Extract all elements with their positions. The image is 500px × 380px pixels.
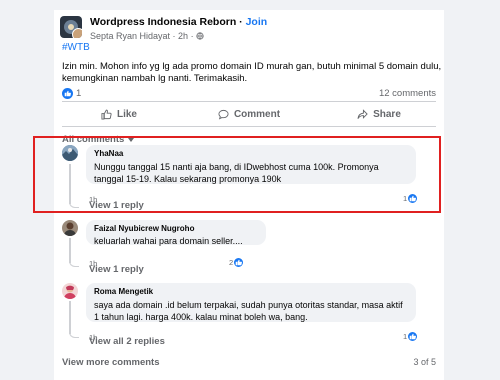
thumbs-up-icon <box>101 109 112 120</box>
view-replies-link[interactable]: View 1 reply <box>89 264 144 275</box>
comment-icon <box>218 109 229 119</box>
comment-count[interactable]: 12 comments <box>379 88 436 99</box>
like-reaction-icon <box>408 332 418 341</box>
post-header: Wordpress Indonesia Reborn · Join Septa … <box>60 16 267 42</box>
globe-icon <box>196 32 204 40</box>
share-icon <box>357 108 368 119</box>
comment-page-count: 3 of 5 <box>413 357 436 367</box>
comment-like-count[interactable]: 1 <box>403 332 418 341</box>
action-bar: Like Comment Share <box>54 103 444 125</box>
highlight-box <box>33 136 441 213</box>
comment-like-count[interactable]: 2 <box>229 258 244 267</box>
comment-text: saya ada domain .id belum terpakai, suda… <box>94 300 403 322</box>
reaction-summary[interactable]: 1 <box>62 88 81 99</box>
join-button[interactable]: Join <box>246 16 268 28</box>
divider <box>62 101 436 102</box>
commenter-name[interactable]: Roma Mengetik <box>94 287 408 297</box>
view-more-comments-link[interactable]: View more comments <box>62 357 160 368</box>
commenter-name[interactable]: Faizal Nyubicrew Nugroho <box>94 224 258 234</box>
commenter-avatar[interactable] <box>62 283 78 299</box>
like-reaction-icon <box>234 258 244 267</box>
author-name[interactable]: Septa Ryan Hidayat <box>90 31 170 41</box>
like-reaction-icon <box>62 88 73 99</box>
comment-button[interactable]: Comment <box>184 103 314 125</box>
group-name[interactable]: Wordpress Indonesia Reborn <box>90 16 236 28</box>
thread-connector <box>69 330 79 338</box>
share-button[interactable]: Share <box>314 103 444 125</box>
comment-bubble: Faizal Nyubicrew Nugroho keluarlah wahai… <box>86 220 266 246</box>
view-replies-link[interactable]: View all 2 replies <box>89 336 165 347</box>
comment-bubble: Roma Mengetik saya ada domain .id belum … <box>86 283 416 322</box>
thread-connector <box>69 259 79 267</box>
post-time[interactable]: 2h <box>178 31 188 41</box>
like-count: 1 <box>76 88 82 99</box>
group-avatar[interactable] <box>60 16 82 38</box>
post-body: Izin min. Mohon info yg lg ada promo dom… <box>62 61 442 84</box>
divider <box>62 126 436 127</box>
comment-text: keluarlah wahai para domain seller.... <box>94 236 243 246</box>
hashtag-link[interactable]: #WTB <box>62 42 90 53</box>
commenter-avatar[interactable] <box>62 220 78 236</box>
author-avatar[interactable] <box>72 28 82 38</box>
like-button[interactable]: Like <box>54 103 184 125</box>
